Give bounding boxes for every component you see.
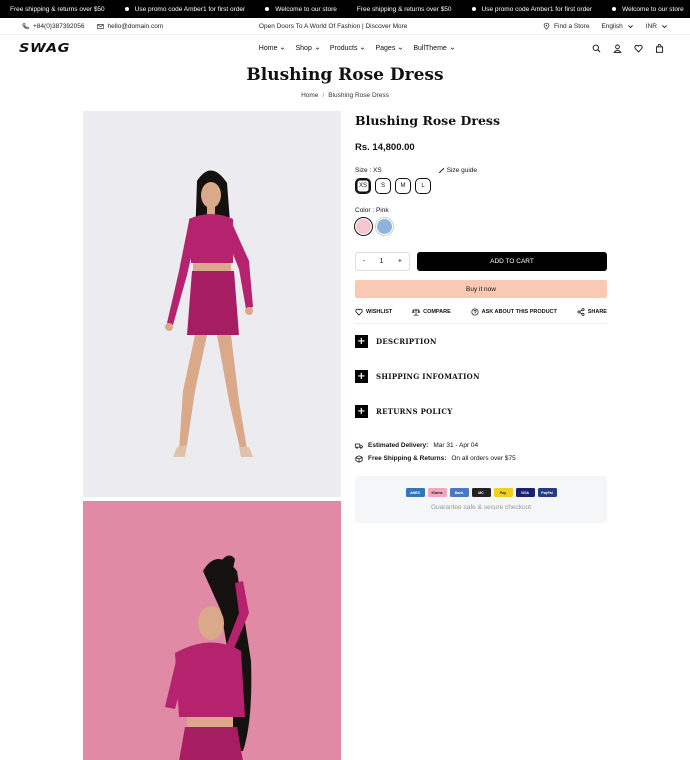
location-pin-icon bbox=[543, 22, 550, 30]
qty-increase-button[interactable]: + bbox=[398, 258, 402, 265]
ruler-icon bbox=[438, 167, 444, 174]
question-circle-icon bbox=[471, 308, 479, 316]
size-option-m[interactable]: M bbox=[395, 178, 411, 194]
phone-link[interactable]: +84(0)387392056 bbox=[22, 23, 85, 30]
breadcrumb-current: Blushing Rose Dress bbox=[328, 92, 389, 99]
product-price: Rs. 14,800.00 bbox=[355, 142, 415, 153]
size-label: Size : XS bbox=[355, 167, 382, 174]
plus-icon: + bbox=[355, 335, 368, 348]
delivery-label: Estimated Delivery: bbox=[368, 442, 429, 449]
announcement-item: Free shipping & returns over $50 bbox=[356, 5, 452, 13]
plus-icon: + bbox=[355, 370, 368, 383]
email-link[interactable]: hello@domain.com bbox=[96, 23, 163, 30]
qty-decrease-button[interactable]: - bbox=[363, 258, 365, 265]
buy-now-button[interactable]: Buy it now bbox=[355, 280, 607, 298]
color-swatch-pink[interactable] bbox=[355, 218, 372, 235]
color-swatch-blue[interactable] bbox=[376, 218, 393, 235]
wishlist-button[interactable]: WISHLIST bbox=[355, 308, 392, 316]
announcement-item: Use promo code Amber1 for first order bbox=[115, 6, 256, 13]
size-option-l[interactable]: L bbox=[415, 178, 431, 194]
product-image-secondary[interactable] bbox=[83, 501, 341, 760]
nav-item-pages[interactable]: Pages bbox=[375, 45, 403, 52]
chevron-down-icon bbox=[315, 47, 320, 50]
product-photo-illustration bbox=[83, 111, 341, 497]
accordion-description[interactable]: + DESCRIPTION bbox=[355, 324, 607, 359]
qty-value[interactable]: 1 bbox=[380, 258, 384, 265]
nav-item-bulltheme[interactable]: BullTheme bbox=[413, 45, 455, 52]
nav-item-shop[interactable]: Shop bbox=[295, 45, 320, 52]
scale-icon bbox=[412, 308, 421, 316]
breadcrumb: Home / Blushing Rose Dress bbox=[301, 92, 389, 99]
accordion-returns[interactable]: + RETURNS POLICY bbox=[355, 394, 607, 429]
cart-icon[interactable] bbox=[655, 43, 664, 53]
chevron-down-icon bbox=[662, 24, 667, 28]
klarna-icon: Klarna bbox=[427, 488, 447, 497]
product-info: Blushing Rose Dress Rs. 14,800.00 Size :… bbox=[355, 113, 607, 523]
ask-question-button[interactable]: ASK ABOUT THIS PRODUCT bbox=[471, 308, 557, 316]
announcement-item: Welcome to our store bbox=[255, 6, 347, 13]
add-to-cart-button[interactable]: ADD TO CART bbox=[417, 252, 607, 271]
paypal-icon: PayPal bbox=[537, 488, 557, 497]
shipping-value: On all orders over $75 bbox=[451, 455, 516, 462]
nav-item-products[interactable]: Products bbox=[330, 45, 366, 52]
visa-icon: VISA bbox=[515, 488, 535, 497]
delivery-value: Mar 31 - Apr 04 bbox=[433, 442, 479, 449]
chevron-down-icon bbox=[627, 24, 633, 28]
product-actions: WISHLIST COMPARE ASK ABOUT THIS PRODUCT … bbox=[355, 308, 607, 324]
product-gallery bbox=[83, 111, 341, 760]
delivery-info: Estimated Delivery: Mar 31 - Apr 04 Free… bbox=[355, 439, 607, 465]
color-options bbox=[355, 218, 607, 235]
logo[interactable]: SWAG bbox=[19, 41, 70, 55]
plus-icon: + bbox=[355, 405, 368, 418]
bank-icon: Bank bbox=[449, 488, 469, 497]
mastercard-icon: MC bbox=[471, 488, 491, 497]
compare-button[interactable]: COMPARE bbox=[412, 308, 451, 316]
guarantee-text: Guarantee safe & secure checkout bbox=[430, 504, 532, 511]
find-store-link[interactable]: Find a Store bbox=[543, 22, 589, 30]
announcement-item: Welcome to our store bbox=[602, 6, 690, 13]
breadcrumb-home[interactable]: Home bbox=[301, 92, 318, 99]
currency-selector[interactable]: INR bbox=[646, 23, 668, 30]
heart-icon bbox=[355, 308, 363, 316]
amex-icon: AMEX bbox=[405, 488, 425, 497]
chevron-down-icon bbox=[281, 47, 285, 50]
share-icon bbox=[577, 308, 585, 316]
box-icon bbox=[355, 454, 363, 463]
utility-bar: +84(0)387392056 hello@domain.com Open Do… bbox=[0, 18, 690, 35]
payment-icons: AMEX Klarna Bank MC Pay VISA PayPal bbox=[405, 488, 557, 497]
announcement-item: Use promo code Amber1 for first order bbox=[462, 6, 603, 13]
mail-icon bbox=[96, 23, 104, 29]
quantity-stepper: - 1 + bbox=[355, 252, 410, 271]
heart-icon[interactable] bbox=[634, 44, 643, 53]
size-option-s[interactable]: S bbox=[375, 178, 391, 194]
promo-text[interactable]: Open Doors To A World Of Fashion | Disco… bbox=[259, 23, 407, 30]
product-title: Blushing Rose Dress bbox=[355, 113, 500, 128]
truck-icon bbox=[355, 443, 363, 449]
main-header: SWAG Home Shop Products Pages BullTheme bbox=[0, 35, 690, 61]
product-photo-illustration bbox=[83, 501, 341, 760]
announcement-item: Free shipping & returns over $50 bbox=[10, 5, 105, 13]
accordion-shipping[interactable]: + SHIPPING INFOMATION bbox=[355, 359, 607, 394]
language-selector[interactable]: English bbox=[601, 23, 633, 30]
phone-icon bbox=[22, 22, 29, 29]
page-title: Blushing Rose Dress bbox=[246, 65, 444, 85]
chevron-down-icon bbox=[399, 47, 403, 50]
main-nav: Home Shop Products Pages BullTheme bbox=[259, 45, 455, 52]
chevron-down-icon bbox=[361, 47, 365, 50]
chevron-down-icon bbox=[450, 47, 455, 50]
account-icon[interactable] bbox=[613, 44, 622, 53]
pay-icon: Pay bbox=[493, 488, 513, 497]
product-image-main[interactable] bbox=[83, 111, 341, 497]
announcement-bar: Free shipping & returns over $50 Use pro… bbox=[0, 0, 690, 18]
search-icon[interactable] bbox=[592, 44, 601, 53]
nav-item-home[interactable]: Home bbox=[259, 45, 286, 52]
size-option-xs[interactable]: XS bbox=[355, 178, 371, 194]
shipping-label: Free Shipping & Returns: bbox=[368, 455, 447, 462]
size-guide-link[interactable]: Size guide bbox=[438, 167, 477, 174]
secure-checkout-box: AMEX Klarna Bank MC Pay VISA PayPal Guar… bbox=[355, 476, 607, 523]
size-options: XS S M L bbox=[355, 178, 607, 194]
share-button[interactable]: SHARE bbox=[577, 308, 607, 316]
color-label: Color : Pink bbox=[355, 207, 389, 214]
